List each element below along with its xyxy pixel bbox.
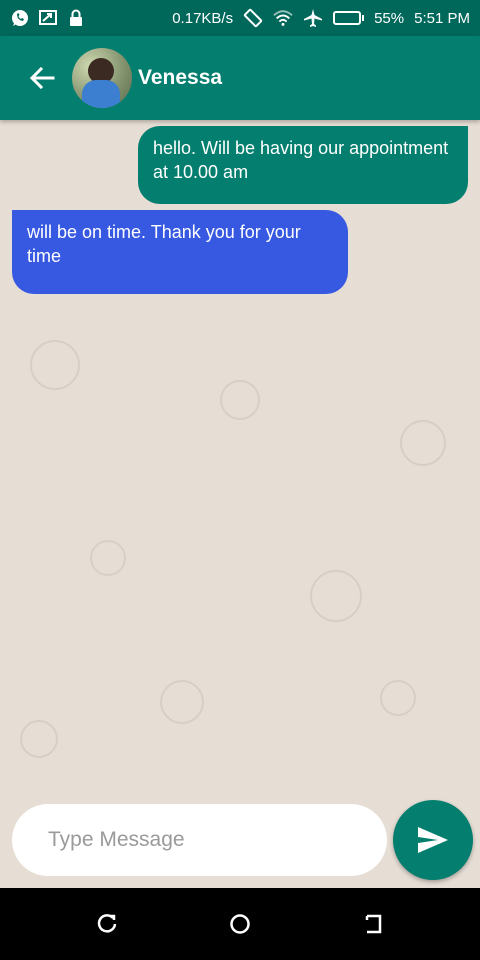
message-bubble-outgoing[interactable]: hello. Will be having our appointment at… — [138, 126, 468, 204]
recents-icon — [97, 914, 117, 933]
status-bar: 0.17KB/s 55% 5:51 PM — [0, 0, 480, 36]
screen-cast-icon — [38, 8, 58, 28]
avatar[interactable] — [72, 48, 132, 108]
contact-name[interactable]: Venessa — [138, 66, 222, 90]
message-text: hello. Will be having our appointment at… — [153, 138, 449, 182]
system-nav-bar — [0, 888, 480, 960]
airplane-icon — [303, 8, 323, 28]
message-text: will be on time. Thank you for your time — [27, 222, 301, 266]
home-icon — [230, 914, 250, 934]
chat-header: Venessa — [0, 36, 480, 120]
battery-icon — [333, 11, 365, 25]
clock: 5:51 PM — [414, 9, 470, 27]
wifi-icon — [273, 8, 293, 28]
battery-percent: 55% — [374, 9, 405, 27]
back-nav-button[interactable] — [362, 912, 386, 936]
message-bubble-incoming[interactable]: will be on time. Thank you for your time — [12, 210, 348, 294]
chat-area[interactable]: hello. Will be having our appointment at… — [0, 120, 480, 888]
send-button[interactable] — [393, 800, 473, 880]
whatsapp-icon — [10, 8, 30, 28]
send-icon — [418, 827, 448, 853]
message-input[interactable] — [12, 804, 387, 876]
arrow-left-icon — [29, 66, 55, 90]
lock-icon — [66, 8, 86, 28]
status-right-icons: 0.17KB/s 55% 5:51 PM — [172, 8, 470, 28]
auto-rotate-icon — [243, 8, 263, 28]
status-left-icons — [10, 8, 86, 28]
recents-button[interactable] — [95, 912, 119, 936]
network-speed: 0.17KB/s — [172, 9, 234, 27]
home-button[interactable] — [228, 912, 252, 936]
back-nav-icon — [365, 914, 382, 934]
back-button[interactable] — [26, 62, 58, 94]
